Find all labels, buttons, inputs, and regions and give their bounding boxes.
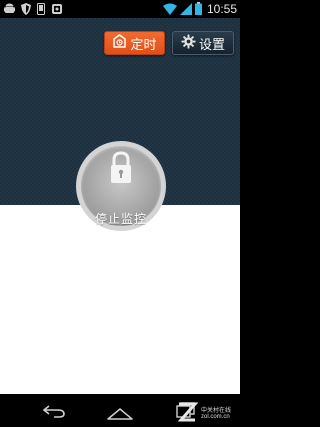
signal-icon — [179, 0, 192, 19]
gamepad-icon — [51, 0, 63, 19]
watermark-text-cn: 中关村在线 — [201, 407, 232, 414]
gear-icon — [181, 33, 196, 53]
home-icon[interactable] — [107, 405, 133, 424]
timer-button-label: 定时 — [130, 37, 157, 53]
battery-icon — [194, 0, 202, 19]
android-icon — [4, 0, 15, 19]
notification-icons — [4, 2, 63, 16]
status-bar: 10:55 — [0, 0, 240, 18]
zol-logo-icon — [177, 402, 199, 422]
shield-icon — [21, 0, 31, 19]
lock-icon — [106, 150, 136, 186]
timer-icon — [112, 33, 127, 53]
timer-button[interactable]: 定时 — [104, 31, 165, 55]
phone-icon — [37, 0, 45, 19]
wifi-icon — [162, 0, 177, 19]
settings-button-label: 设置 — [198, 37, 225, 53]
stop-monitor-label: 停止监控 — [94, 212, 147, 226]
system-icons: 10:55 — [162, 0, 237, 19]
watermark-text-url: zol.com.cn — [201, 414, 230, 420]
settings-button[interactable]: 设置 — [172, 31, 234, 55]
monitor-panel-bottom — [0, 205, 240, 394]
back-icon[interactable] — [42, 403, 66, 422]
clock-time: 10:55 — [206, 2, 237, 16]
